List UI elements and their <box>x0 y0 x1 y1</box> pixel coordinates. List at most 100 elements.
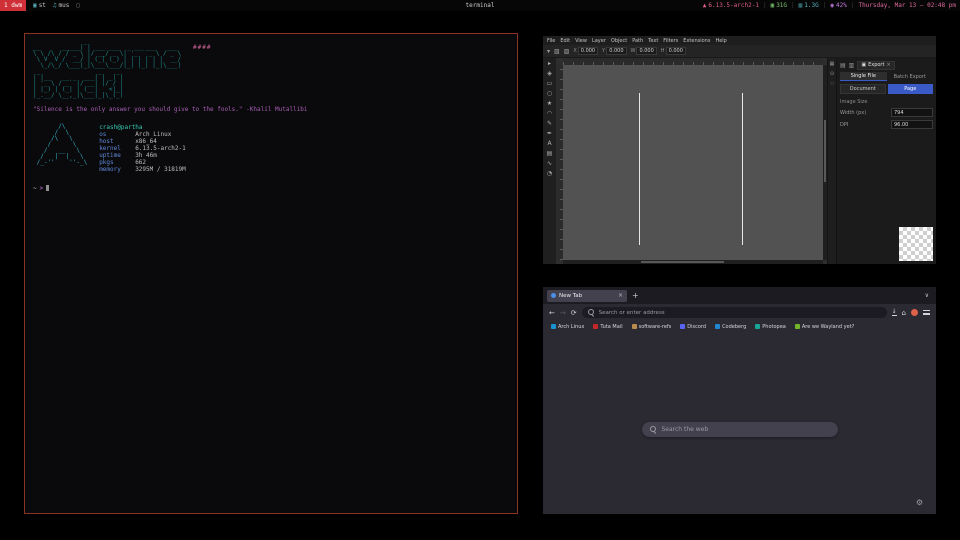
active-tab[interactable]: New Tab × <box>547 290 627 302</box>
tool-ellipse-icon[interactable]: ○ <box>547 90 552 97</box>
tool-star-icon[interactable]: ★ <box>547 100 552 107</box>
tool-text-icon[interactable]: A <box>547 140 551 147</box>
fetch-row: pkgs 662 <box>99 159 186 166</box>
tool-gradient-icon[interactable]: ▤ <box>547 150 553 157</box>
tool-tweak-icon[interactable]: ∿ <box>547 160 552 167</box>
tab-single-file[interactable]: Single File <box>840 72 887 81</box>
export-tab[interactable]: ▣ Export × <box>857 61 894 70</box>
bookmark-are-we-wayland-yet[interactable]: Are we Wayland yet? <box>795 324 854 330</box>
list-tabs-icon[interactable]: ∨ <box>925 292 932 299</box>
menu-layer[interactable]: Layer <box>592 38 606 44</box>
tool-node-editor-icon[interactable]: ◈ <box>547 70 552 77</box>
height-field[interactable]: H 0.000 <box>661 47 686 55</box>
scrollbar-thumb[interactable] <box>824 120 826 182</box>
snap-grid-icon[interactable]: ∷ <box>830 81 833 87</box>
browser-window[interactable]: New Tab × + ∨ ← → ⟳ Search or enter addr… <box>543 287 936 514</box>
menu-view[interactable]: View <box>575 38 587 44</box>
scrollbar-thumb[interactable] <box>641 261 724 263</box>
menu-filters[interactable]: Filters <box>663 38 678 44</box>
document-button[interactable]: Document <box>840 84 886 94</box>
dock-objects-icon[interactable]: ▥ <box>849 62 855 69</box>
workspace-tag[interactable]: 1 dwm <box>0 0 26 11</box>
web-search-input[interactable]: Search the web <box>642 422 838 437</box>
menu-object[interactable]: Object <box>611 38 627 44</box>
home-icon[interactable]: ⌂ <box>902 309 906 317</box>
menu-text[interactable]: Text <box>648 38 658 44</box>
y-field[interactable]: Y 0.000 <box>602 47 626 55</box>
inkscape-window[interactable]: File Edit View Layer Object Path Text Fi… <box>543 36 936 264</box>
separator: | <box>791 2 795 9</box>
tool-rectangle-icon[interactable]: ▭ <box>547 80 553 87</box>
forward-button[interactable]: → <box>560 309 566 317</box>
snap-bbox-icon[interactable]: ▦ <box>830 61 835 67</box>
tab-batch-export[interactable]: Batch Export <box>887 72 934 81</box>
menu-extensions[interactable]: Extensions <box>683 38 710 44</box>
dropdown-icon[interactable]: ▾ <box>547 48 550 55</box>
address-bar[interactable]: Search or enter address <box>582 307 887 318</box>
bookmark-arch-linux[interactable]: Arch Linux <box>551 324 584 330</box>
dpi-row: DPI 96.00 <box>840 120 933 129</box>
vertical-ruler <box>556 65 563 260</box>
bookmark-favicon <box>551 324 556 329</box>
prompt-path: ~ <box>33 185 37 192</box>
bookmark-discord[interactable]: Discord <box>680 324 706 330</box>
cpu-status: ◉ 42% <box>830 2 846 9</box>
account-icon[interactable] <box>911 309 918 316</box>
bookmark-codeberg[interactable]: Codeberg <box>715 324 746 330</box>
disk-icon: ▣ <box>771 2 775 9</box>
bookmark-favicon <box>593 324 598 329</box>
personalize-gear-icon[interactable]: ⚙ <box>916 498 923 507</box>
dock-layers-icon[interactable]: ▤ <box>840 62 846 69</box>
tab-favicon <box>551 293 556 298</box>
menu-file[interactable]: File <box>547 38 555 44</box>
arch-logo-ascii: /\ / \ /\ \ / \ / __ \ / | | \ /_-'' ''-… <box>33 124 87 173</box>
horizontal-scrollbar[interactable] <box>563 260 823 264</box>
canvas-area[interactable] <box>556 58 827 264</box>
bookmark-favicon <box>795 324 800 329</box>
kernel-status: ▲ 6.13.5-arch2-1 <box>703 2 759 9</box>
bookmark-photopea[interactable]: Photopea <box>755 324 786 330</box>
snap-nodes-icon[interactable]: ⊙ <box>830 71 834 77</box>
bookmark-folder-software-refs[interactable]: software-refs <box>632 324 672 330</box>
statusbar-module-label: st <box>39 2 46 9</box>
tool-pen-icon[interactable]: ✒ <box>547 130 552 137</box>
new-tab-button[interactable]: + <box>632 292 639 300</box>
export-dpi-input[interactable]: 96.00 <box>891 120 933 129</box>
bookmark-favicon <box>715 324 720 329</box>
tool-pencil-icon[interactable]: ✎ <box>547 120 552 127</box>
memory-icon: ▥ <box>799 2 803 9</box>
terminal-window[interactable]: _ __ _____| | ___ ___ _ __ ___ ___ \ \ /… <box>24 33 518 514</box>
memory-status: ▥ 1.3G <box>799 2 819 9</box>
cursor-block <box>46 185 49 191</box>
separator: | <box>851 2 855 9</box>
close-icon[interactable]: × <box>886 62 890 68</box>
export-width-input[interactable]: 794 <box>891 108 933 117</box>
separator: | <box>763 2 767 9</box>
bookmark-tuta-mail[interactable]: Tuta Mail <box>593 324 622 330</box>
menu-icon[interactable] <box>923 310 930 315</box>
drawing-canvas[interactable] <box>563 65 823 260</box>
menu-path[interactable]: Path <box>632 38 643 44</box>
reload-button[interactable]: ⟳ <box>571 309 577 317</box>
menu-help[interactable]: Help <box>715 38 726 44</box>
tab-bar: New Tab × + ∨ <box>543 287 936 304</box>
page-button[interactable]: Page <box>888 84 934 94</box>
fetch-row: memory 3295M / 31819M <box>99 166 186 173</box>
tool-dropper-icon[interactable]: ◔ <box>547 170 552 177</box>
terminal-icon: ▣ <box>33 2 37 9</box>
vertical-scrollbar[interactable] <box>823 65 827 260</box>
width-field[interactable]: W 0.000 <box>631 47 657 55</box>
shell-prompt[interactable]: ~> <box>33 185 509 192</box>
fetch-row: os Arch Linux <box>99 131 186 138</box>
quote-text: "Silence is the only answer you should g… <box>33 106 509 113</box>
back-button[interactable]: ← <box>549 309 555 317</box>
downloads-icon[interactable]: ↓ <box>892 309 897 316</box>
menu-edit[interactable]: Edit <box>560 38 570 44</box>
align-icon[interactable]: ▨ <box>564 48 570 55</box>
tool-selector-icon[interactable]: ▸ <box>548 60 551 67</box>
tool-arc-icon[interactable]: ◠ <box>547 110 552 117</box>
inkscape-menubar: File Edit View Layer Object Path Text Fi… <box>543 36 936 45</box>
x-field[interactable]: X 0.000 <box>573 47 598 55</box>
close-tab-icon[interactable]: × <box>618 292 623 299</box>
transform-icon[interactable]: ▧ <box>554 48 560 55</box>
